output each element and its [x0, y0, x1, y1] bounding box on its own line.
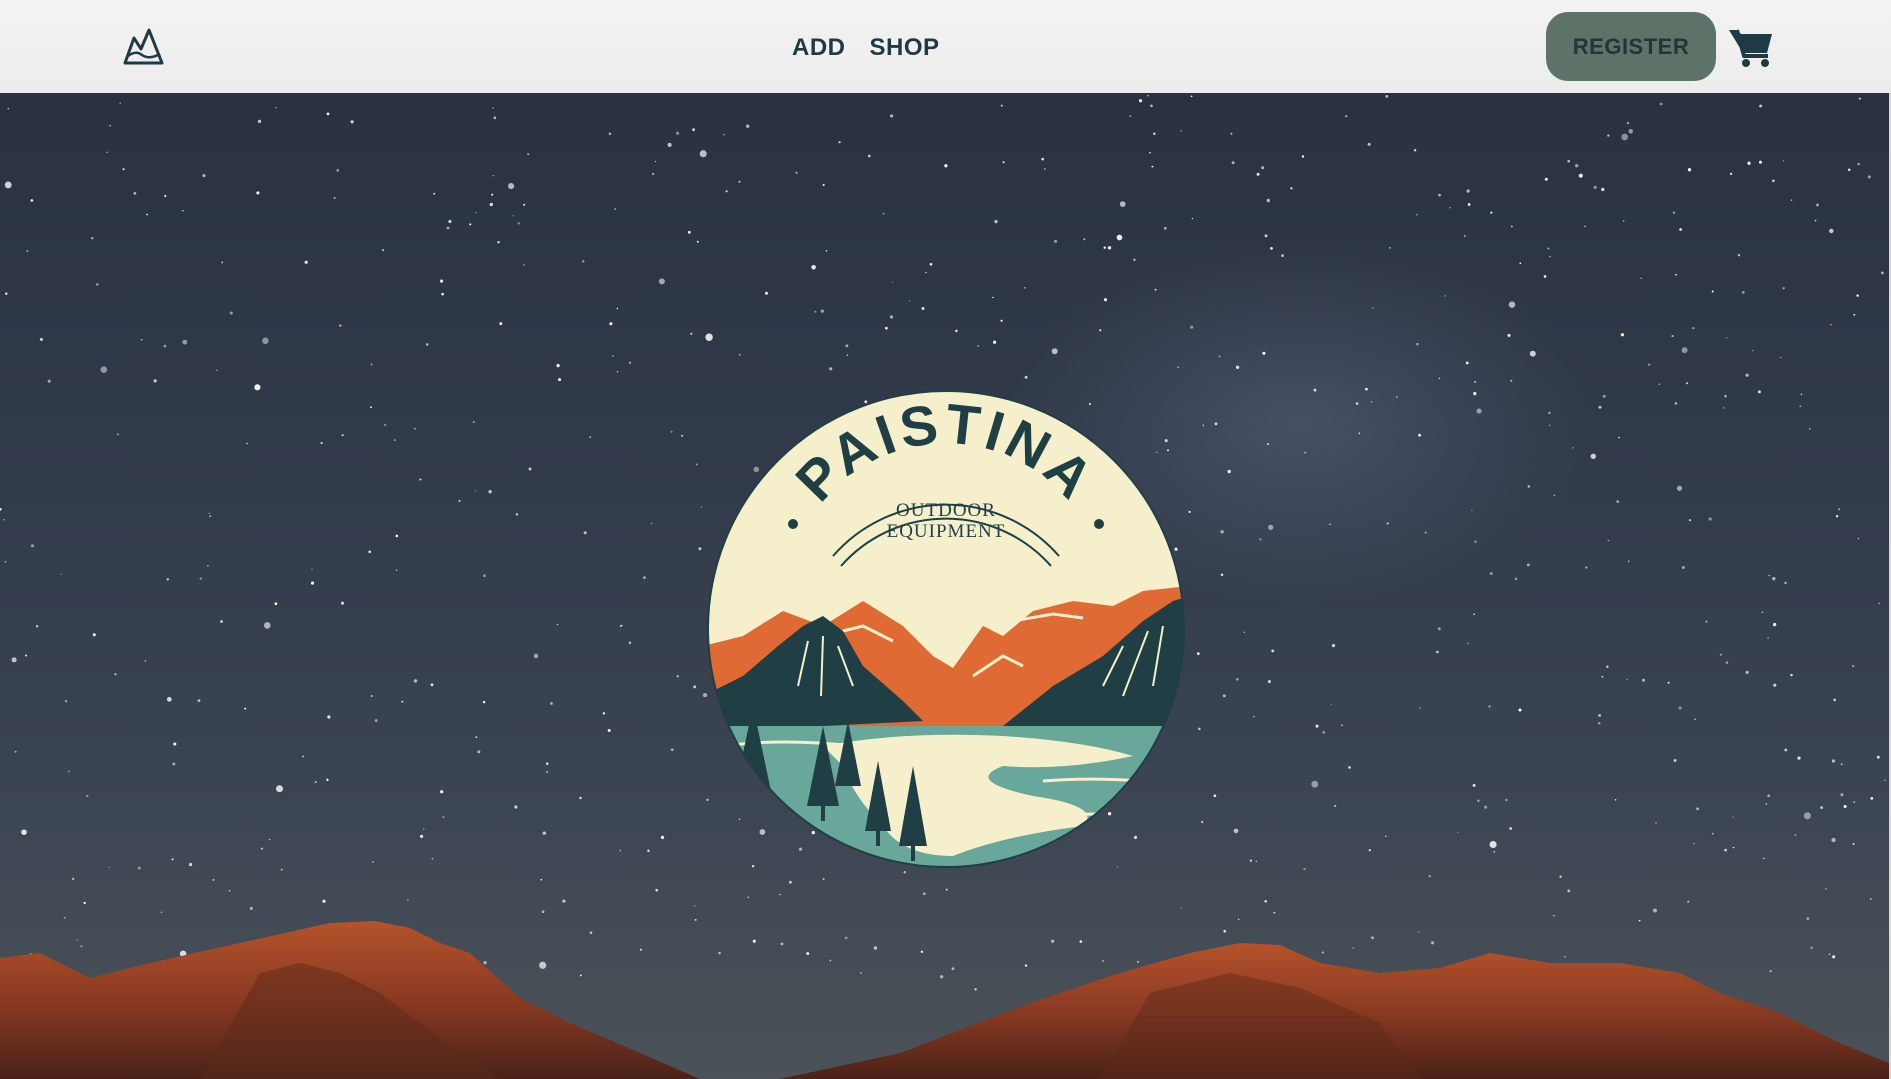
mountain-logo-icon[interactable] [122, 26, 166, 66]
shopping-cart-icon[interactable] [1728, 26, 1774, 68]
badge-tagline-line2: EQUIPMENT [887, 521, 1006, 542]
badge-tagline-line1: OUTDOOR [896, 500, 996, 521]
nav-link-add[interactable]: ADD [792, 34, 846, 62]
nav-link-shop[interactable]: SHOP [870, 34, 940, 62]
register-button[interactable]: REGISTER [1546, 12, 1716, 81]
top-navbar: ADD SHOP REGISTER [0, 0, 1891, 93]
paistina-brand-badge: PAISTINA OUTDOOR EQUIPMENT [707, 390, 1185, 868]
main-nav: ADD SHOP [792, 34, 940, 62]
hero-banner: PAISTINA OUTDOOR EQUIPMENT [0, 93, 1889, 1079]
